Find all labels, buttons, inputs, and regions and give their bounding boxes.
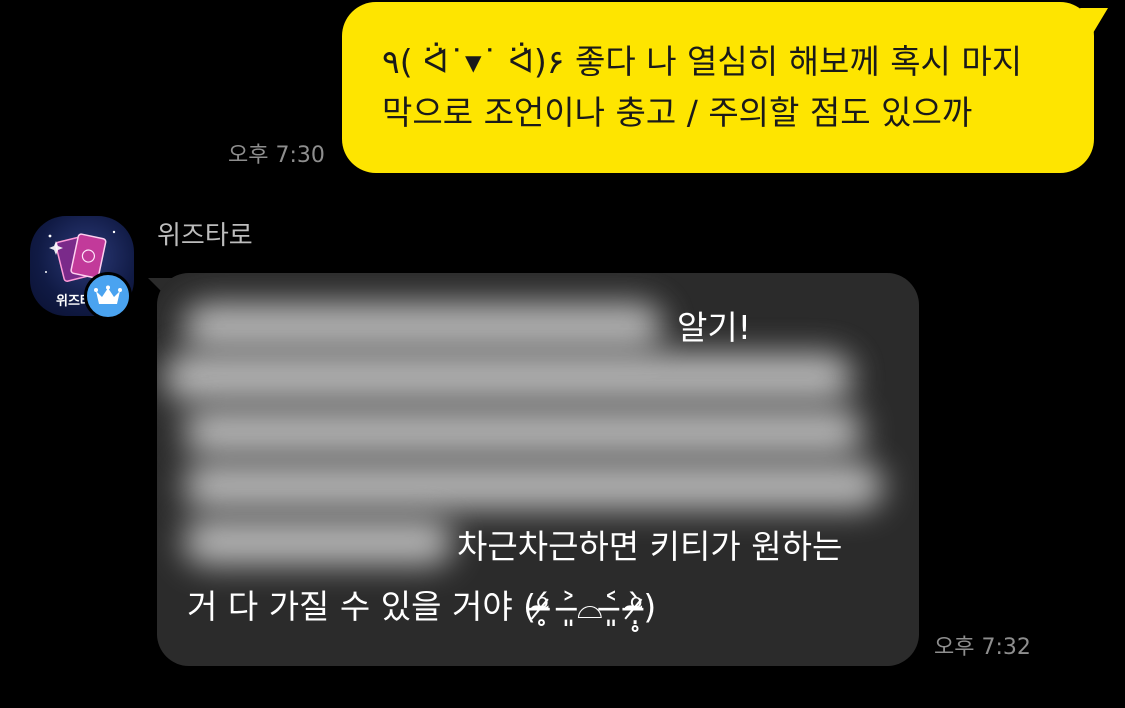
blurred-text-region [183,463,883,509]
incoming-message-fragment-3: 거 다 가질 수 있을 거야 (ᵒ̴̶̷̥́ ˃̶͈⌓˂̶͈ ᵒ̴̶̷̣̥̀) [187,587,657,626]
blurred-text-region [183,519,453,565]
blurred-text-region [183,409,863,455]
blurred-text-region [163,353,853,401]
sender-name: 위즈타로 [157,221,253,251]
outgoing-message-bubble[interactable]: ٩( ᐛ̇˙▾˙ ᐛ̇)۶ 좋다 나 열심히 해보께 혹시 마지 막으로 조언이… [342,2,1094,173]
blurred-text-region [183,303,663,349]
outgoing-message-line-2: 막으로 조언이나 충고 / 주의할 점도 있으까 [382,93,973,132]
crown-badge [84,272,132,320]
outgoing-timestamp: 오후 7:30 [228,143,325,168]
incoming-message-bubble[interactable]: 알기! 차근차근하면 키티가 원하는 거 다 가질 수 있을 거야 (ᵒ̴̶̷̥… [157,273,919,666]
chat-room: ٩( ᐛ̇˙▾˙ ᐛ̇)۶ 좋다 나 열심히 해보께 혹시 마지 막으로 조언이… [0,0,1125,708]
crown-icon [94,285,122,304]
incoming-message-fragment-1: 알기! [677,308,751,347]
incoming-message-fragment-2: 차근차근하면 키티가 원하는 [457,527,843,566]
incoming-timestamp: 오후 7:32 [934,635,1031,660]
outgoing-message-line-1: ٩( ᐛ̇˙▾˙ ᐛ̇)۶ 좋다 나 열심히 해보께 혹시 마지 [382,42,1023,81]
